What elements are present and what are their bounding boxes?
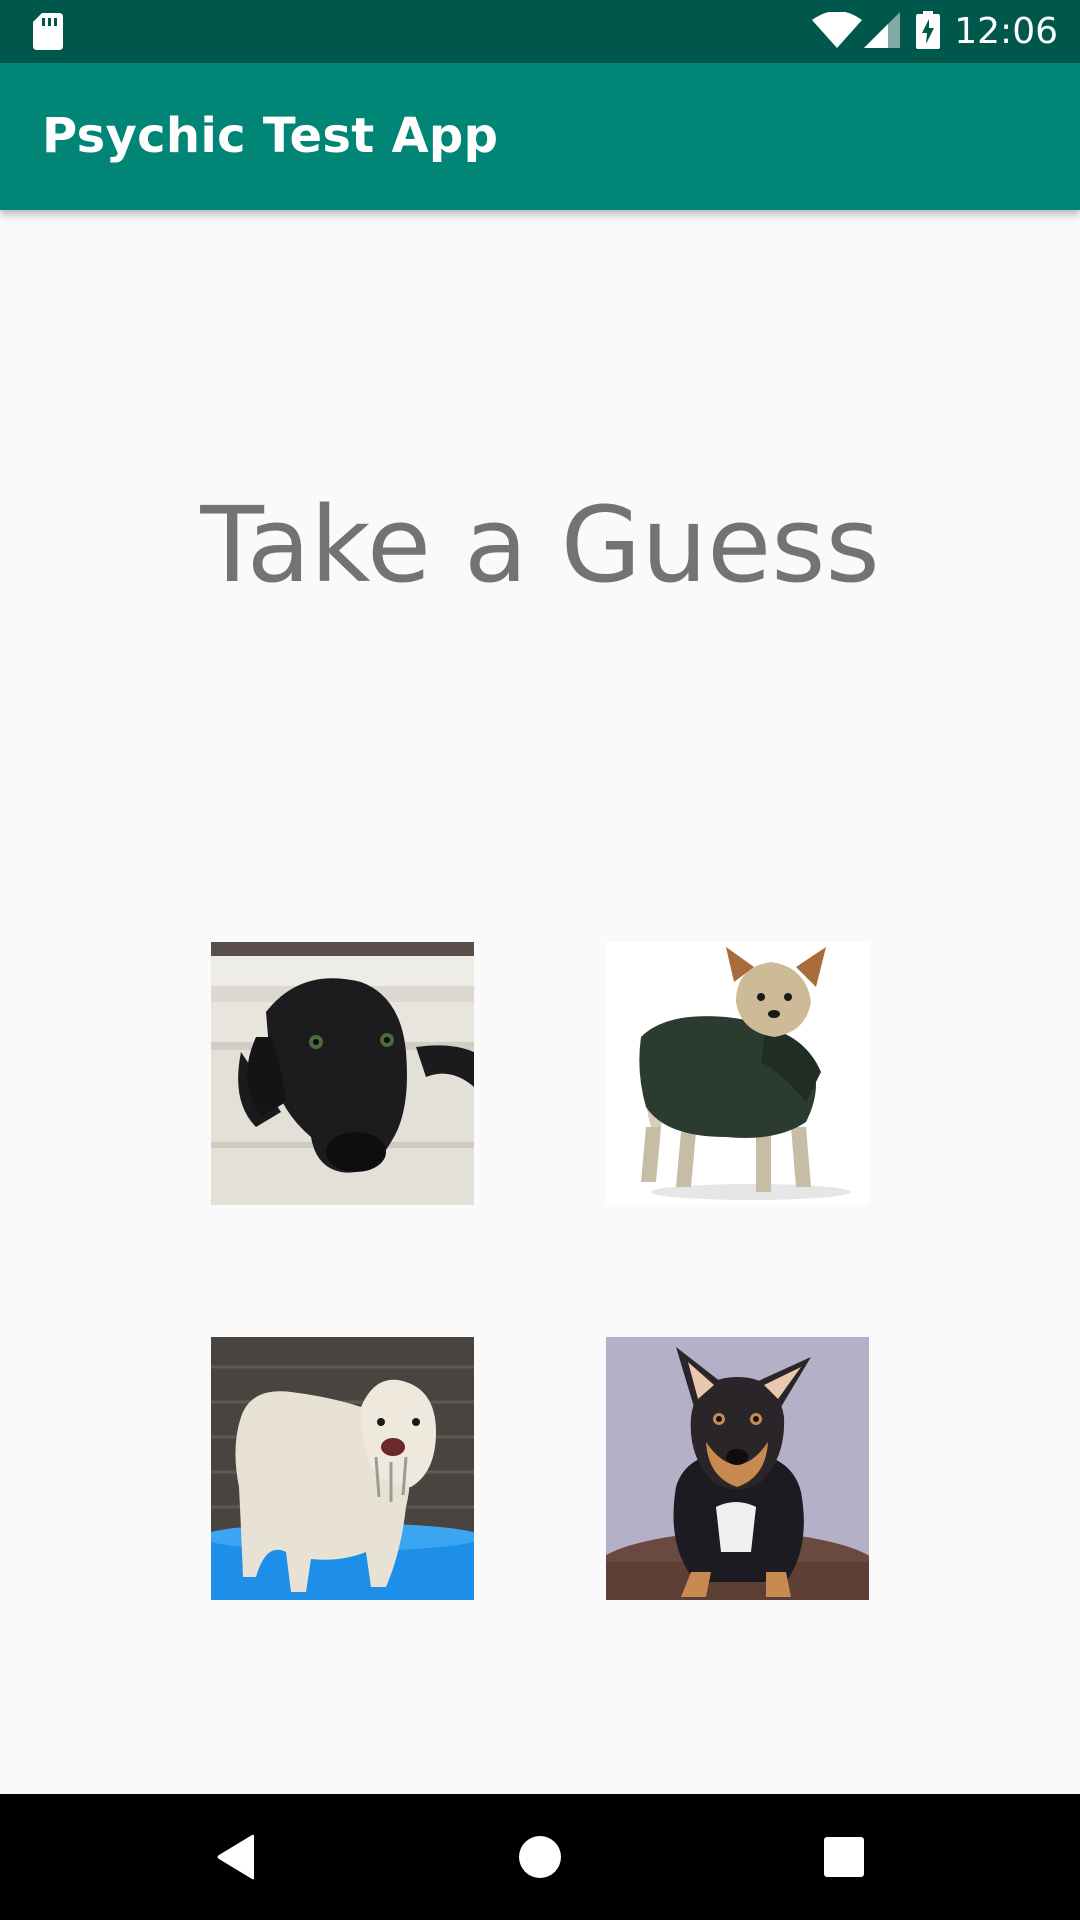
status-time: 12:06 [954, 11, 1058, 52]
app-bar: Psychic Test App [0, 63, 1080, 210]
dog-choice-black-labrador[interactable] [211, 942, 474, 1205]
page-title: Take a Guess [200, 484, 880, 606]
battery-charging-icon [916, 10, 941, 53]
recent-apps-button[interactable] [784, 1794, 904, 1920]
recent-apps-icon [824, 1837, 864, 1877]
wifi-icon [812, 10, 863, 52]
home-button[interactable] [480, 1794, 600, 1920]
cell-signal-icon [864, 11, 901, 52]
back-button[interactable] [176, 1794, 296, 1920]
sd-card-icon [33, 13, 63, 54]
app-title: Psychic Test App [42, 108, 499, 164]
home-icon [519, 1836, 561, 1878]
white-shaggy-dog-image [211, 1337, 474, 1600]
dog-choice-yorkie[interactable] [606, 942, 869, 1205]
dog-choice-white-shaggy-dog[interactable] [211, 1337, 474, 1600]
yorkie-image [606, 942, 869, 1205]
back-icon [217, 1834, 254, 1880]
dog-choice-kelpie-mix[interactable] [606, 1337, 869, 1600]
status-bar: 12:06 [0, 0, 1080, 63]
black-labrador-image [211, 942, 474, 1205]
system-nav-bar [0, 1794, 1080, 1920]
kelpie-mix-image [606, 1337, 869, 1600]
